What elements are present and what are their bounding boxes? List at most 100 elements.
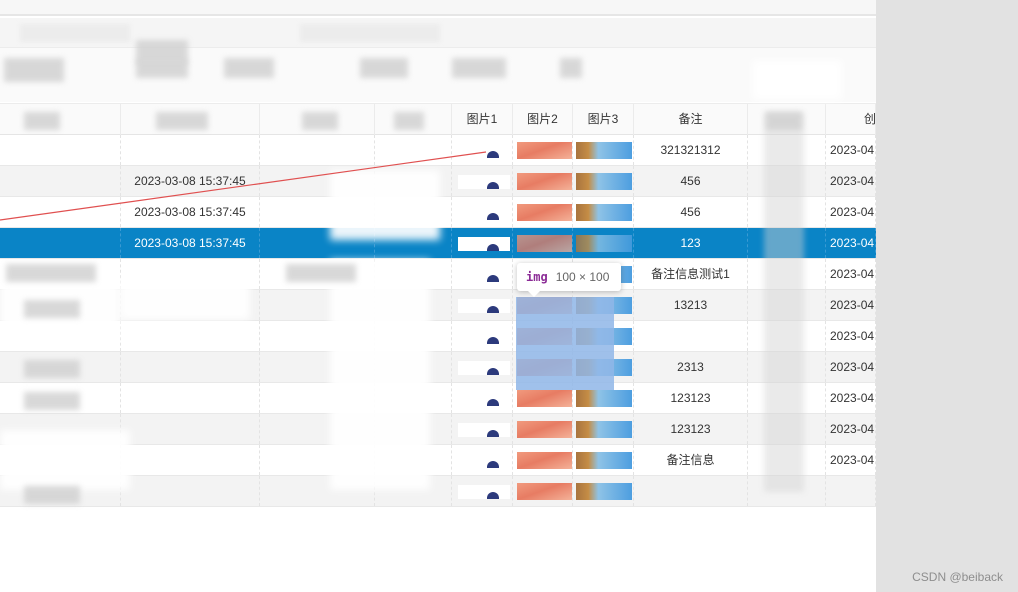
- image3-thumbnail[interactable]: [576, 204, 632, 221]
- image1-thumbnail[interactable]: [458, 454, 510, 468]
- avatar-icon: [487, 399, 499, 406]
- avatar-icon: [487, 492, 499, 499]
- obscured-region: [330, 170, 440, 240]
- cell-image1: [452, 476, 513, 506]
- table-row[interactable]: 123123 2023-04: [0, 414, 876, 445]
- image1-thumbnail[interactable]: [458, 206, 510, 220]
- column-header-image3[interactable]: 图片3: [573, 104, 634, 135]
- avatar-icon: [487, 182, 499, 189]
- column-header-remark[interactable]: 备注: [634, 104, 748, 135]
- table-row[interactable]: 备注信息 2023-04: [0, 445, 876, 476]
- image3-thumbnail[interactable]: [576, 452, 632, 469]
- tooltip-arrow: [527, 290, 541, 297]
- image3-thumbnail[interactable]: [576, 142, 632, 159]
- cell-image1: [452, 166, 513, 196]
- column-header-image2[interactable]: 图片2: [513, 104, 573, 135]
- cell-created: 2023-04: [826, 259, 876, 289]
- window-top-bar: [0, 0, 876, 16]
- cell-image3: [573, 476, 634, 506]
- image2-thumbnail[interactable]: [517, 483, 572, 500]
- cell-image1: [452, 383, 513, 413]
- cell-created: 2023-04: [826, 352, 876, 382]
- table-row[interactable]: 123123 2023-04: [0, 383, 876, 414]
- tooltip-size: 100 × 100: [555, 270, 610, 284]
- cell-obscured: [0, 166, 121, 196]
- table-header: 图片1 图片2 图片3 备注 创: [0, 103, 876, 135]
- image1-thumbnail[interactable]: [458, 361, 510, 375]
- blurred-cell: [24, 360, 80, 378]
- cell-image1: [452, 352, 513, 382]
- avatar-icon: [487, 213, 499, 220]
- blurred-filter-field: [560, 58, 582, 78]
- blurred-toolbar-item: [20, 24, 130, 42]
- blurred-cell: [6, 264, 96, 282]
- blurred-filter-field: [224, 58, 274, 78]
- cell-remark: 13213: [634, 290, 748, 320]
- obscured-region: [120, 280, 250, 320]
- cell-image2: [513, 197, 573, 227]
- cell-remark: 123: [634, 228, 748, 258]
- obscured-region: [330, 260, 430, 490]
- image1-thumbnail[interactable]: [458, 392, 510, 406]
- blurred-header-label: [24, 112, 60, 130]
- app-window: 图片1 图片2 图片3 备注 创 321321312 2023-04 2023-03…: [0, 0, 876, 592]
- image2-thumbnail[interactable]: [517, 390, 572, 407]
- image1-thumbnail[interactable]: [458, 144, 510, 158]
- cell-remark: 备注信息: [634, 445, 748, 475]
- cell-created: 2023-04: [826, 290, 876, 320]
- image2-thumbnail[interactable]: [517, 235, 572, 252]
- image1-thumbnail[interactable]: [458, 237, 510, 251]
- cell-created: [826, 476, 876, 506]
- table-row[interactable]: [0, 476, 876, 507]
- blurred-filter-field: [452, 58, 506, 78]
- cell-image3: [573, 414, 634, 444]
- cell-remark: 123123: [634, 414, 748, 444]
- cell-time: 2023-03-08 15:37:45: [121, 228, 260, 258]
- cell-image3: [573, 135, 634, 165]
- image3-thumbnail[interactable]: [576, 390, 632, 407]
- column-header[interactable]: [0, 104, 121, 135]
- image3-thumbnail[interactable]: [576, 483, 632, 500]
- avatar-icon: [487, 368, 499, 375]
- image2-thumbnail[interactable]: [517, 142, 572, 159]
- image1-thumbnail[interactable]: [458, 423, 510, 437]
- avatar-icon: [487, 151, 499, 158]
- image3-thumbnail[interactable]: [576, 173, 632, 190]
- table-row[interactable]: 2313 2023-04: [0, 352, 876, 383]
- cell-image3: [573, 228, 634, 258]
- cell-remark: 备注信息测试1: [634, 259, 748, 289]
- cell-obscured: [0, 135, 121, 165]
- watermark: CSDN @beiback: [912, 570, 1003, 584]
- avatar-icon: [487, 337, 499, 344]
- cell-image3: [573, 166, 634, 196]
- image3-thumbnail[interactable]: [576, 235, 632, 252]
- image1-thumbnail[interactable]: [458, 485, 510, 499]
- image-tooltip: img 100 × 100: [517, 263, 621, 291]
- image2-thumbnail[interactable]: [517, 452, 572, 469]
- blurred-header-label: [394, 112, 424, 130]
- image1-thumbnail[interactable]: [458, 299, 510, 313]
- image1-thumbnail[interactable]: [458, 330, 510, 344]
- image3-thumbnail[interactable]: [576, 421, 632, 438]
- cell-remark: 456: [634, 166, 748, 196]
- column-header-created[interactable]: 创: [826, 104, 876, 135]
- table-row[interactable]: 321321312 2023-04: [0, 135, 876, 166]
- image1-thumbnail[interactable]: [458, 268, 510, 282]
- image2-thumbnail[interactable]: [517, 204, 572, 221]
- cell-image1: [452, 321, 513, 351]
- cell-image2: [513, 166, 573, 196]
- cell-time: [121, 321, 260, 351]
- column-header-image1[interactable]: 图片1: [452, 104, 513, 135]
- image2-thumbnail[interactable]: [517, 421, 572, 438]
- image2-thumbnail[interactable]: [517, 173, 572, 190]
- table-row[interactable]: 2023-04: [0, 321, 876, 352]
- cell-created: 2023-04: [826, 228, 876, 258]
- cell-image3: [573, 445, 634, 475]
- avatar-icon: [487, 430, 499, 437]
- image1-thumbnail[interactable]: [458, 175, 510, 189]
- blurred-filter-field: [136, 60, 188, 78]
- filter-bar: [0, 40, 876, 102]
- blurred-filter-field: [360, 58, 408, 78]
- cell-image2: [513, 414, 573, 444]
- toolbar: [0, 18, 876, 48]
